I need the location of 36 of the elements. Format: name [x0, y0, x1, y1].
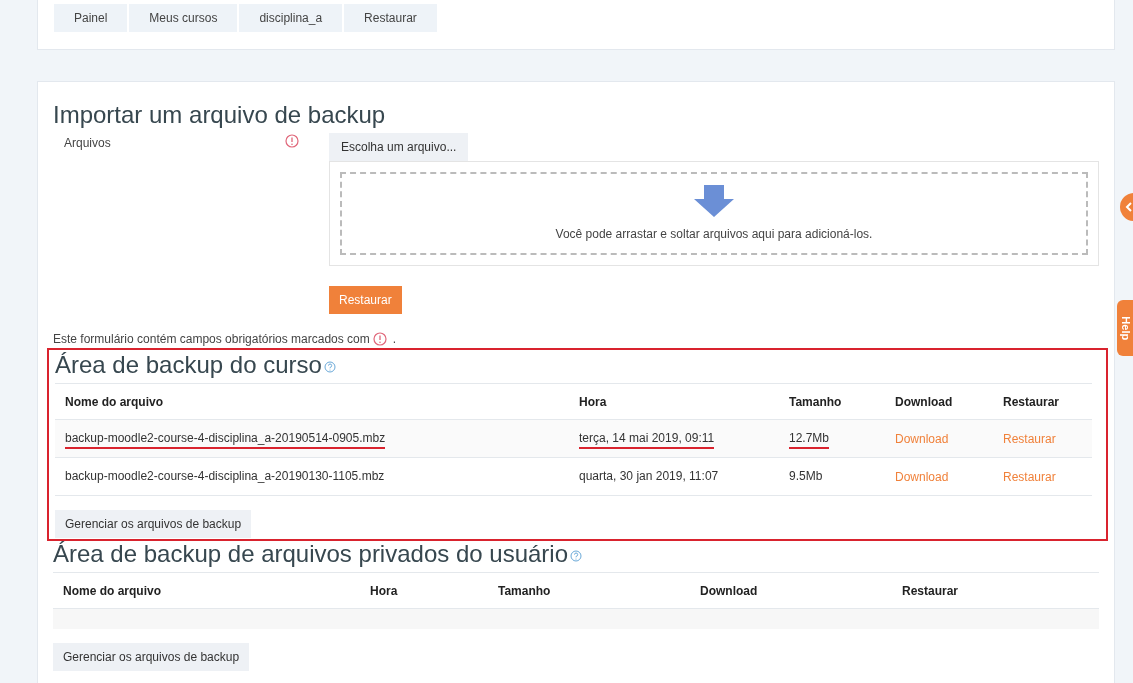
choose-file-button[interactable]: Escolha um arquivo...	[329, 133, 469, 161]
section-heading: Importar um arquivo de backup	[53, 100, 387, 130]
column-header: Tamanho	[497, 582, 551, 600]
column-header: Nome do arquivo	[64, 393, 163, 411]
file-time: quarta, 30 jan 2019, 11:07	[579, 467, 719, 485]
column-header: Restaurar	[1002, 393, 1060, 411]
manage-backups-button[interactable]: Gerenciar os arquivos de backup	[55, 510, 252, 538]
file-name: backup-moodle2-course-4-disciplina_a-20190514-0905.mbz	[65, 428, 386, 449]
file-time: terça, 14 mai 2019, 09:11	[579, 428, 715, 449]
column-header: Download	[894, 393, 953, 411]
required-note: Este formulário contém campos obrigatórios marcados com	[53, 331, 370, 348]
help-icon[interactable]	[570, 549, 582, 562]
column-header: Download	[699, 582, 758, 600]
breadcrumb-item[interactable]: Meus cursos	[129, 4, 238, 32]
column-header: Restaurar	[901, 582, 959, 600]
arrow-down-icon	[694, 185, 734, 217]
field-label: Arquivos	[64, 135, 111, 152]
breadcrumb-item[interactable]: Restaurar	[344, 4, 437, 32]
breadcrumb-item[interactable]: disciplina_a	[239, 4, 343, 32]
column-header: Tamanho	[788, 393, 842, 411]
help-icon[interactable]	[323, 360, 336, 373]
help-tab-label: Help	[1119, 315, 1133, 342]
chevron-left-icon	[1125, 202, 1133, 212]
section-heading: Área de backup de arquivos privados do usuário	[53, 539, 1099, 569]
file-name: backup-moodle2-course-4-disciplina_a-20190130-1105.mbz	[65, 467, 385, 485]
required-note-end: .	[392, 331, 397, 348]
column-header: Nome do arquivo	[62, 582, 161, 600]
manage-backups-button[interactable]: Gerenciar os arquivos de backup	[53, 643, 250, 671]
column-header: Hora	[578, 393, 607, 411]
file-size: 9.5Mb	[789, 467, 823, 485]
breadcrumb-item[interactable]: Painel	[54, 4, 128, 32]
dropzone[interactable]: Você pode arrastar e soltar arquivos aqui para adicioná-los.	[329, 161, 1099, 266]
file-size: 12.7Mb	[789, 428, 830, 449]
dropzone-text: Você pode arrastar e soltar arquivos aqui para adicioná-los.	[555, 226, 873, 243]
section-heading: Área de backup do curso	[55, 350, 1092, 380]
column-header: Hora	[369, 582, 398, 600]
